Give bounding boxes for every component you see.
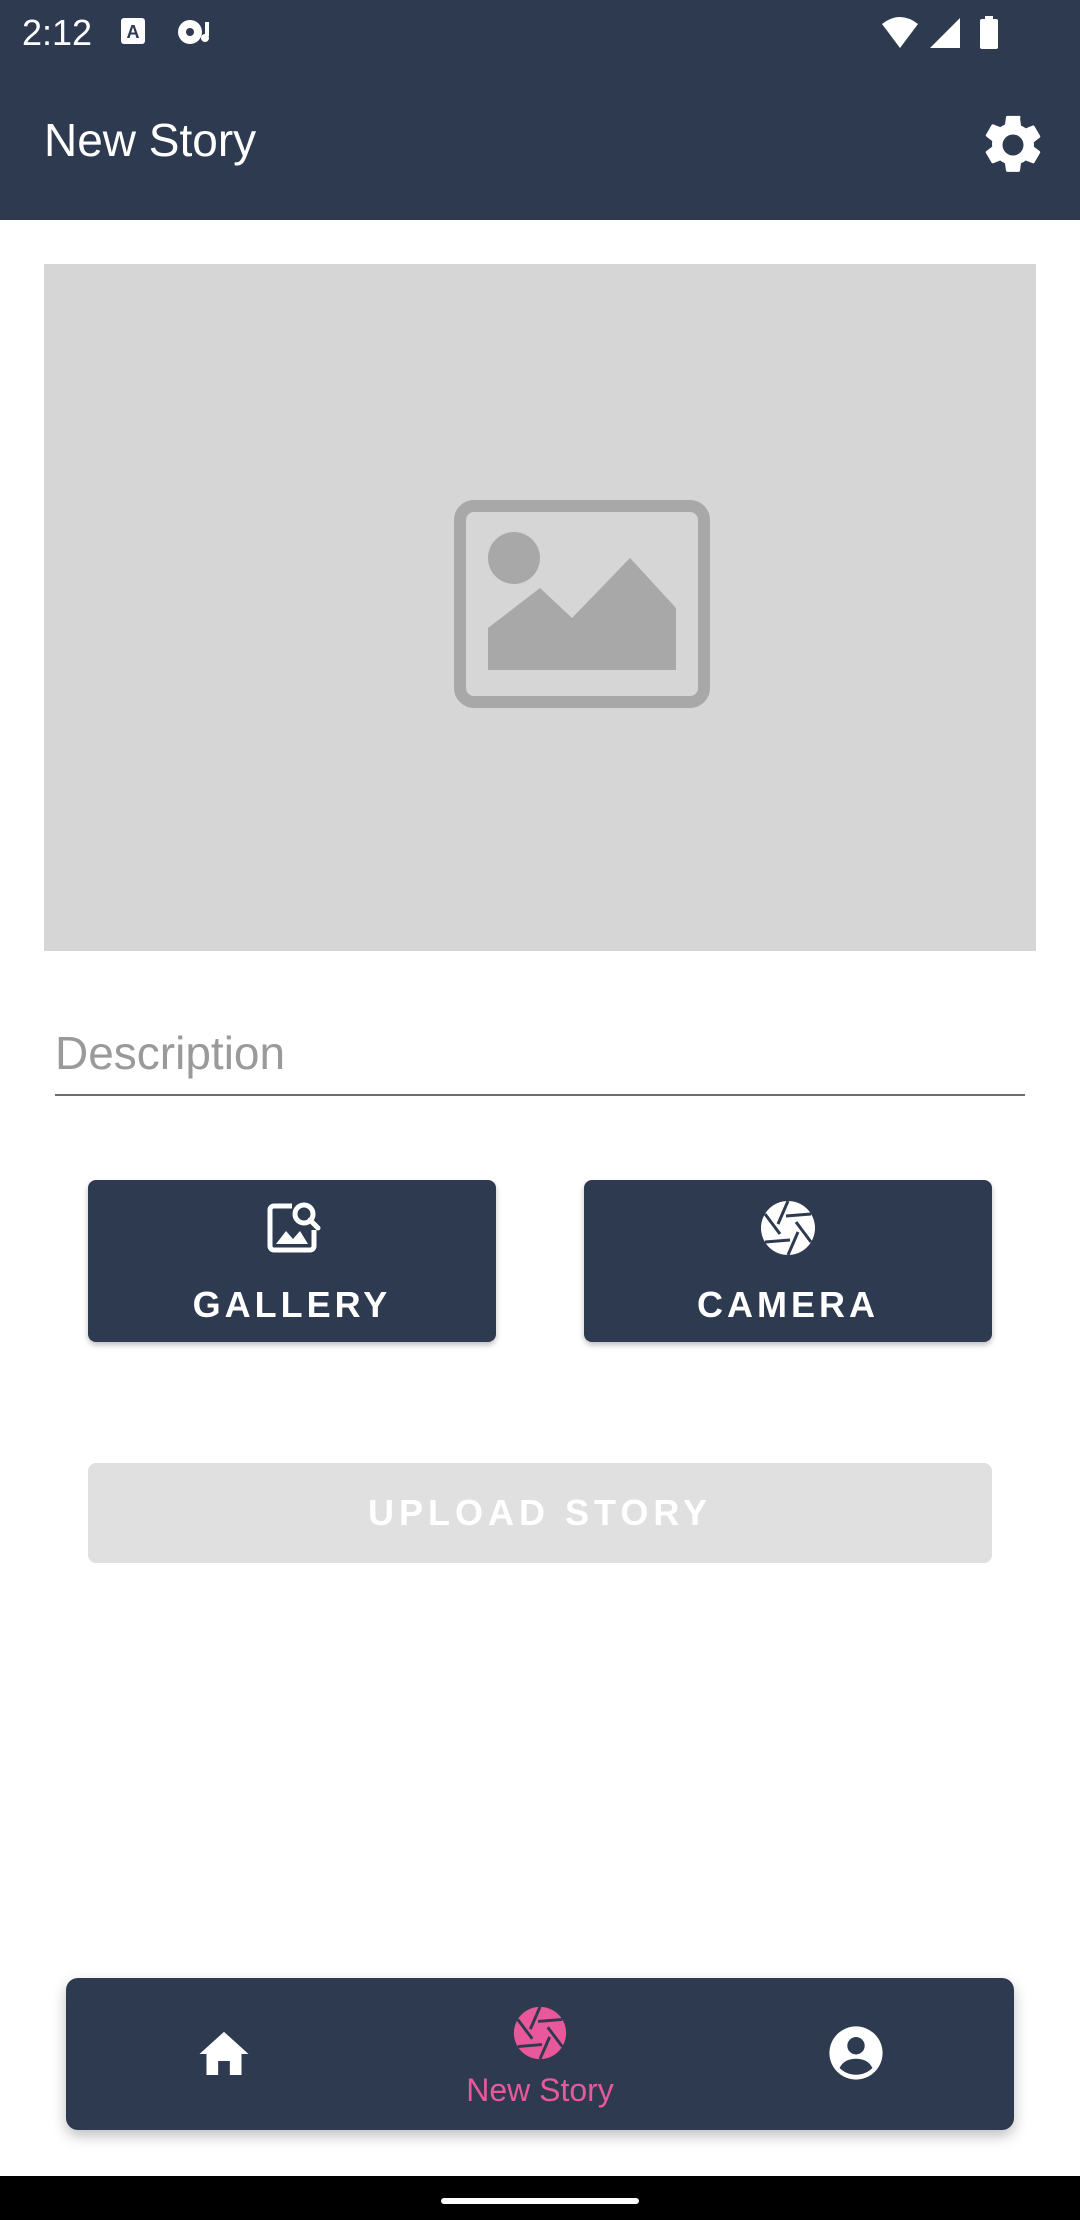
wifi-icon [880,16,920,55]
nav-item-home[interactable] [66,1978,382,2130]
image-icon [454,500,710,713]
settings-button[interactable] [978,110,1048,180]
gallery-label: GALLERY [192,1284,392,1325]
app-bar: New Story [0,66,1080,220]
home-indicator[interactable] [441,2198,639,2204]
image-preview [44,264,1036,951]
svg-text:A: A [127,22,140,42]
description-field[interactable] [55,1020,1025,1096]
account-icon [827,2024,885,2087]
camera-shutter-icon [511,2004,569,2067]
camera-label: CAMERA [697,1284,879,1325]
status-time: 2:12 [22,12,93,53]
camera-shutter-icon [758,1198,818,1263]
home-icon [196,2028,252,2085]
signal-icon [928,16,962,55]
nav-item-profile[interactable] [698,1978,1014,2130]
text-a-icon: A [120,16,146,51]
image-search-icon [262,1198,322,1263]
upload-story-button[interactable]: UPLOAD STORY [88,1463,992,1563]
media-icon [174,16,214,53]
battery-icon [978,16,1000,55]
camera-button[interactable]: CAMERA [584,1180,992,1342]
gallery-button[interactable]: GALLERY [88,1180,496,1342]
description-input[interactable] [55,1020,1025,1094]
gear-icon [985,115,1041,172]
nav-item-new-story[interactable]: New Story [382,1978,698,2130]
bottom-navigation: New Story [66,1978,1014,2130]
page-title: New Story [44,114,257,166]
nav-label-new-story: New Story [466,2072,614,2108]
status-bar: 2:12 A [0,0,1080,66]
system-nav-bar [0,2176,1080,2220]
